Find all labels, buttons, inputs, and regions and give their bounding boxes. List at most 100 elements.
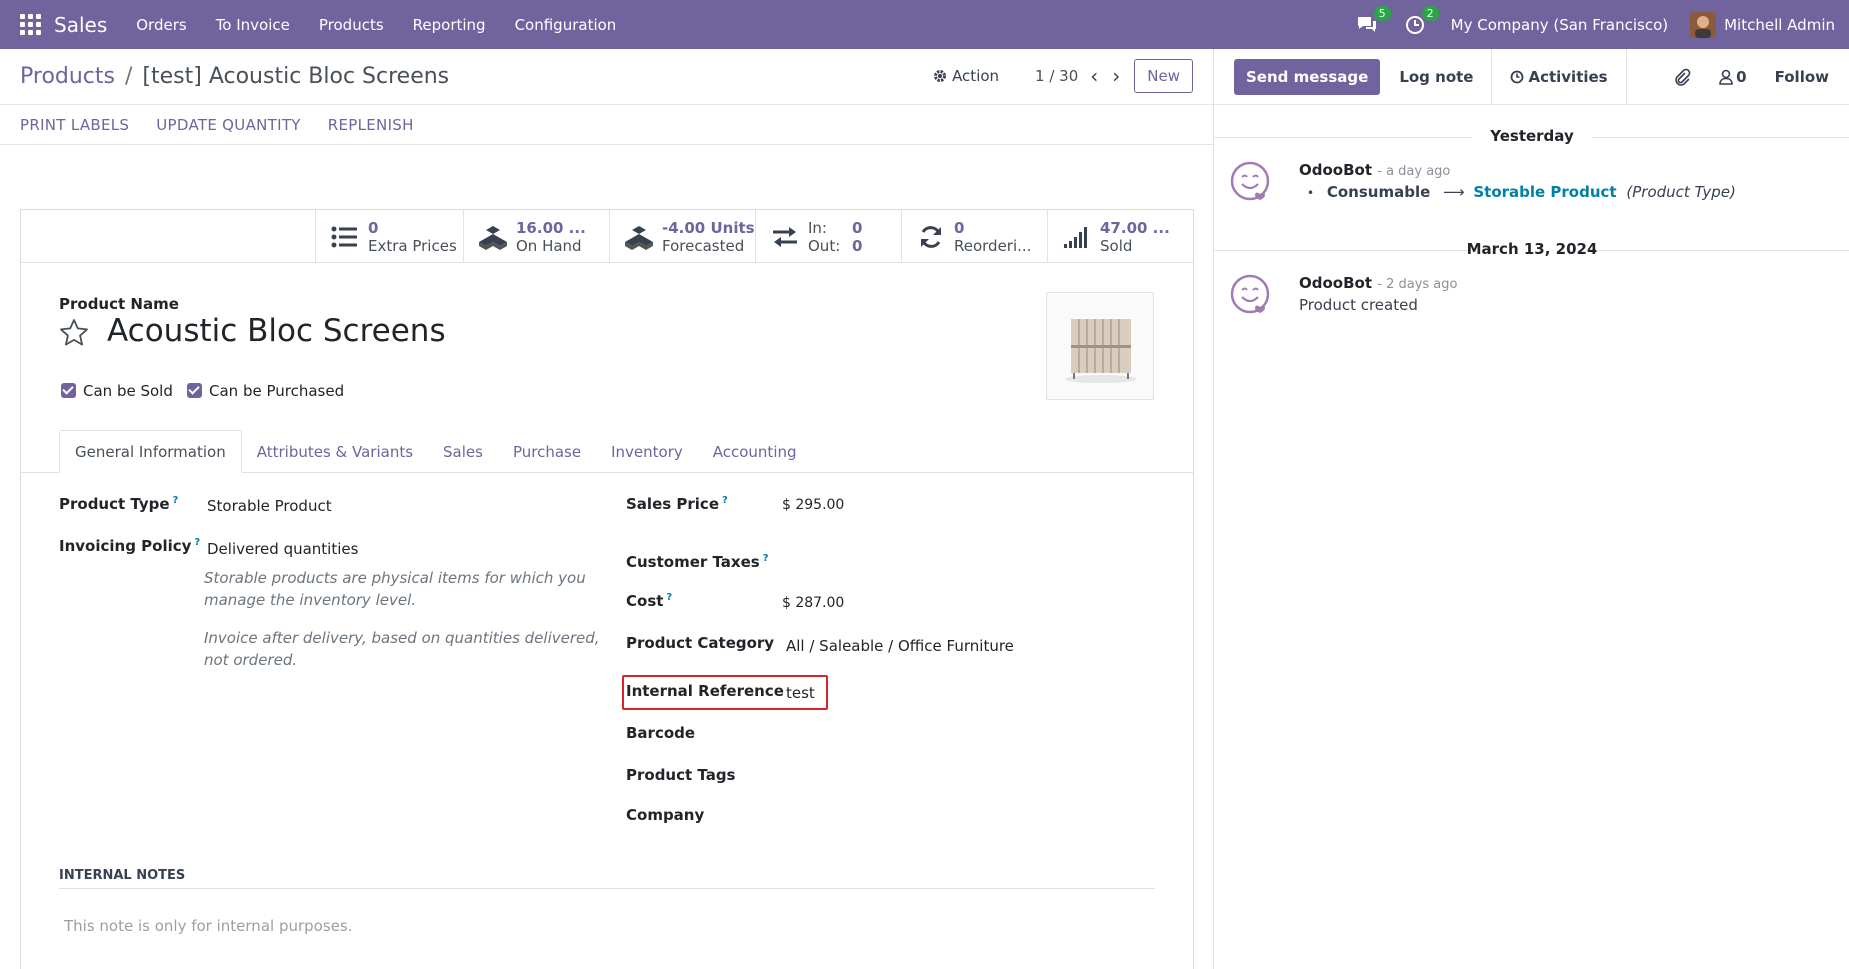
chatter-message: OdooBot - 2 days ago Product created [1230,274,1830,324]
out-label: Out: [808,236,841,255]
tracked-field-name: (Product Type) [1626,183,1736,201]
user-menu[interactable]: Mitchell Admin [1724,16,1835,34]
pager-value[interactable]: 1 / 30 [1035,67,1078,85]
messaging-icon[interactable]: 5 [1355,5,1391,38]
chatter-topbar: Send message Log note Activities 0 Follo… [1214,48,1849,105]
forecasted-label: Forecasted [662,236,745,255]
cubes-icon [624,222,654,252]
new-button[interactable]: New [1134,59,1193,93]
cubes-icon [478,222,508,252]
sold-label: Sold [1100,236,1133,255]
action-menu-button[interactable]: Action [933,67,999,85]
message-author[interactable]: OdooBot - 2 days ago [1299,274,1457,292]
date-separator: Yesterday [1214,127,1849,147]
apps-grid-icon[interactable] [20,13,42,36]
extra-prices-smart-button[interactable]: 0 Extra Prices [315,210,463,263]
top-navbar: Sales Orders To Invoice Products Reporti… [0,0,1849,49]
breadcrumb-products[interactable]: Products [20,64,115,89]
invoicing-policy-label: Invoicing Policy? [59,537,201,555]
menu-to-invoice[interactable]: To Invoice [216,16,290,34]
tab-general-information[interactable]: General Information [59,430,242,473]
pager-next-icon[interactable]: › [1112,64,1120,88]
followers-button[interactable]: 0 [1719,68,1747,86]
product-category-label: Product Category [626,634,775,652]
sales-price-field[interactable]: $ 295.00 [782,497,844,513]
tab-purchase[interactable]: Purchase [498,430,596,473]
invoicing-policy-hint: Invoice after delivery, based on quantit… [204,629,600,669]
sold-smart-button[interactable]: 47.00 ... Sold [1047,210,1193,263]
invoicing-policy-field[interactable]: Delivered quantities [207,540,358,558]
product-category-field[interactable]: All / Saleable / Office Furniture [786,637,1014,655]
paperclip-icon[interactable] [1673,68,1691,86]
cost-label: Cost? [626,592,673,610]
reordering-value: 0 [954,218,965,237]
tab-inventory[interactable]: Inventory [596,430,698,473]
gear-icon [934,70,947,82]
message-time: - a day ago [1377,164,1451,179]
clock-icon [1511,70,1524,83]
on-hand-smart-button[interactable]: 16.00 ... On Hand [463,210,609,263]
can-be-purchased-label: Can be Purchased [209,382,345,400]
product-image[interactable] [1046,292,1154,400]
activities-clock-icon[interactable]: 2 [1403,5,1439,38]
form-sheet: 0 Extra Prices 16.00 ... On Hand -4.00 Uni… [20,209,1194,969]
product-name-label: Product Name [59,295,179,313]
breadcrumb-separator: / [125,64,133,89]
product-tags-label: Product Tags [626,766,736,784]
message-time: - 2 days ago [1377,277,1458,292]
extra-prices-label: Extra Prices [368,236,457,255]
company-switcher[interactable]: My Company (San Francisco) [1451,16,1668,34]
favorite-star-icon[interactable] [59,318,89,348]
tab-sales[interactable]: Sales [428,430,498,473]
product-name-input[interactable]: Acoustic Bloc Screens [107,313,446,349]
menu-products[interactable]: Products [319,16,384,34]
can-be-sold-checkbox[interactable] [61,383,76,398]
in-label: In: [808,218,827,237]
log-note-button[interactable]: Log note [1399,48,1493,105]
odoobot-avatar[interactable] [1230,274,1270,314]
internal-notes-input[interactable]: This note is only for internal purposes. [64,917,352,935]
cost-field[interactable]: $ 287.00 [782,595,844,611]
date-separator: March 13, 2024 [1214,240,1849,260]
follow-button[interactable]: Follow [1775,68,1829,86]
on-hand-label: On Hand [516,236,582,255]
message-body: Product created [1299,296,1418,314]
internal-reference-field[interactable]: test [786,684,815,702]
can-be-purchased-checkbox[interactable] [187,383,202,398]
in-out-smart-button[interactable]: In: 0 Out: 0 [755,210,901,263]
internal-notes-title: INTERNAL NOTES [59,868,186,883]
app-name[interactable]: Sales [54,13,107,37]
on-hand-value: 16.00 ... [516,218,586,237]
barcode-label: Barcode [626,724,696,742]
smart-buttons: 0 Extra Prices 16.00 ... On Hand -4.00 Uni… [21,210,1193,263]
signal-bars-icon [1062,222,1092,252]
reordering-smart-button[interactable]: 0 Reorderi... [901,210,1047,263]
customer-taxes-label: Customer Taxes? [626,553,769,571]
forecasted-smart-button[interactable]: -4.00 Units Forecasted [609,210,755,263]
menu-orders[interactable]: Orders [136,16,186,34]
odoobot-avatar[interactable] [1230,161,1270,201]
activities-button[interactable]: Activities [1510,48,1627,105]
refresh-icon [916,222,946,252]
product-type-label: Product Type? [59,495,179,513]
tab-attributes-variants[interactable]: Attributes & Variants [242,430,428,473]
menu-configuration[interactable]: Configuration [515,16,617,34]
print-labels-button[interactable]: PRINT LABELS [20,116,129,134]
can-be-sold-label: Can be Sold [83,382,173,400]
user-avatar[interactable] [1690,11,1717,38]
extra-prices-value: 0 [368,218,379,237]
message-author[interactable]: OdooBot - a day ago [1299,161,1450,179]
company-label: Company [626,806,705,824]
update-quantity-button[interactable]: UPDATE QUANTITY [156,116,301,134]
breadcrumb-current: [test] Acoustic Bloc Screens [142,64,450,89]
pager-previous-icon[interactable]: ‹ [1090,64,1098,88]
activities-badge: 2 [1421,5,1439,21]
in-value: 0 [852,218,863,237]
tab-accounting[interactable]: Accounting [698,430,812,473]
menu-reporting[interactable]: Reporting [413,16,486,34]
internal-reference-label: Internal Reference [626,682,784,700]
send-message-button[interactable]: Send message [1234,58,1381,95]
chatter-message: OdooBot - a day ago • Consumable ⟶ Stora… [1230,161,1830,211]
replenish-button[interactable]: REPLENISH [328,116,414,134]
product-type-field[interactable]: Storable Product [207,497,332,515]
